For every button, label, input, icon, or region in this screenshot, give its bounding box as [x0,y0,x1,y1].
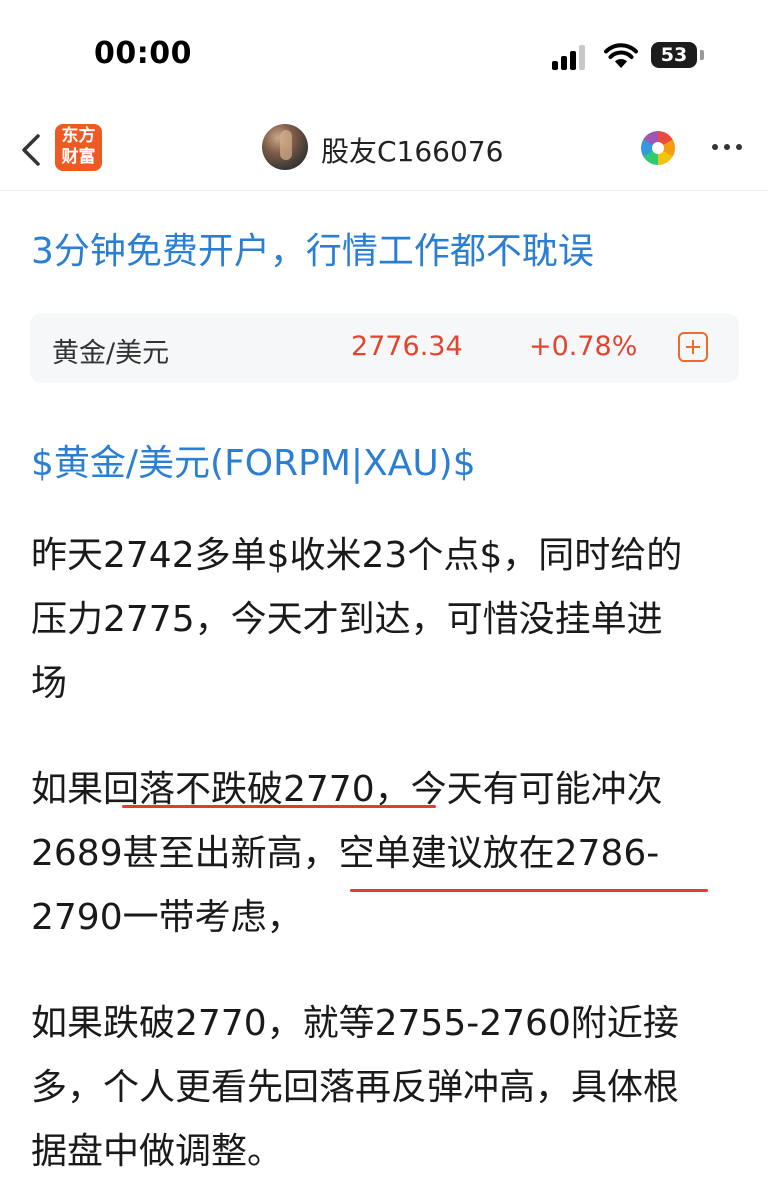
add-to-watchlist-button[interactable] [678,332,708,362]
more-options-icon[interactable] [710,134,744,158]
post-paragraph-1: 昨天2742多单$收米23个点$，同时给的 压力2775，今天才到达，可惜没挂单… [31,524,743,716]
nav-bar: 东方 财富 股友C166076 [0,110,768,191]
post-line: 2689甚至出新高，空单建议放在2786- [31,833,660,874]
stock-change-percent: +0.78% [529,331,638,362]
stock-name: 黄金/美元 [52,338,170,369]
post-line: 场 [31,663,68,704]
post-line: 多，个人更看先回落再反弹冲高，具体根 [31,1067,680,1108]
cellular-signal-icon [552,44,588,70]
color-palette-icon[interactable] [641,131,675,165]
post-paragraph-2: 如果回落不跌破2770，今天有可能冲次 2689甚至出新高，空单建议放在2786… [31,758,743,950]
logo-text-line2: 财富 [61,147,96,167]
user-avatar[interactable] [262,124,308,170]
post-paragraph-3: 如果跌破2770，就等2755-2760附近接 多，个人更看先回落再反弹冲高，具… [31,992,743,1184]
post-line: 2790一带考虑， [31,897,303,938]
post-line: 昨天2742多单$收米23个点$，同时给的 [31,535,683,576]
battery-cap [700,50,704,60]
back-chevron-icon[interactable] [18,130,48,170]
wifi-icon [604,43,638,68]
red-underline-mark [122,805,436,808]
battery-icon: 53 [651,42,697,68]
post-line: 如果跌破2770，就等2755-2760附近接 [31,1003,679,1044]
logo-text-line1: 东方 [61,126,96,146]
open-account-promo-link[interactable]: 3分钟免费开户，行情工作都不耽误 [31,222,594,274]
status-bar: 00:00 53 [0,0,768,110]
status-time: 00:00 [94,36,192,71]
post-line: 压力2775，今天才到达，可惜没挂单进 [31,599,663,640]
stock-quote-card[interactable]: 黄金/美元 2776.34 +0.78% [30,313,739,383]
app-logo[interactable]: 东方 财富 [55,124,102,171]
post-line: 据盘中做调整。 [31,1131,284,1172]
username[interactable]: 股友C166076 [321,130,503,170]
stock-price: 2776.34 [351,331,463,362]
post-line: 如果回落不跌破2770，今天有可能冲次 [31,769,663,810]
stock-tag-link[interactable]: $黄金/美元(FORPM|XAU)$ [31,434,476,486]
red-underline-mark [350,889,708,892]
